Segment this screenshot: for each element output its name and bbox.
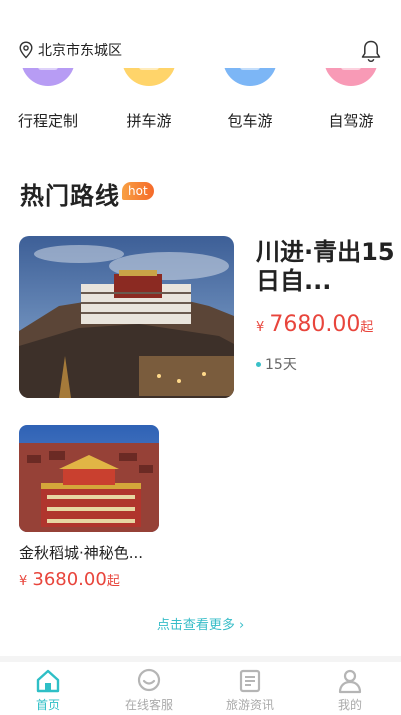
view-more-label: 点击查看更多 (156, 618, 235, 633)
category-self-drive[interactable]: 自驾游 (311, 32, 391, 140)
category-carpool-tour[interactable]: 拼车游 (109, 32, 189, 140)
route-price: ¥ 3680.00起 (19, 569, 120, 590)
tab-online-service[interactable]: 在线客服 (99, 668, 199, 715)
hot-badge: hot (122, 182, 154, 200)
tab-label: 在线客服 (124, 698, 173, 712)
document-icon (239, 669, 261, 693)
duration-text: 15天 (265, 357, 297, 373)
tab-travel-news[interactable]: 旅游资讯 (200, 668, 300, 715)
category-label: 包车游 (227, 112, 273, 130)
section-title: 热门路线 (20, 182, 120, 210)
price-symbol: ¥ (19, 574, 28, 589)
category-custom-itinerary[interactable]: 行程定制 (8, 32, 88, 140)
duration-dot-icon (256, 361, 261, 367)
location-selector[interactable]: 北京市东城区 (18, 40, 122, 60)
chevron-right-icon: › (238, 618, 245, 633)
location-pin-icon (19, 41, 33, 59)
tab-label: 旅游资讯 (225, 698, 274, 712)
category-charter-tour[interactable]: 包车游 (210, 32, 290, 140)
tab-label: 首页 (35, 698, 60, 712)
category-row: 行程定制 拼车游 包车游 自驾游 (0, 32, 401, 140)
price-value: 7680.00 (269, 312, 361, 337)
category-label: 行程定制 (17, 112, 78, 130)
route-title[interactable]: 金秋稻城·神秘色... (19, 542, 143, 563)
top-bar: 北京市东城区 (0, 0, 401, 68)
price-unit: 起 (360, 320, 374, 335)
route-price: ¥ 7680.00起 (256, 312, 373, 337)
view-more-link[interactable]: 点击查看更多 › (0, 614, 401, 633)
category-label: 拼车游 (126, 112, 172, 130)
category-label: 自驾游 (328, 112, 374, 130)
route-image-potala-palace[interactable] (19, 236, 234, 398)
route-title[interactable]: 川进·青出15日自... (256, 238, 396, 296)
price-value: 3680.00 (32, 569, 107, 590)
route-duration: 15天 (256, 354, 297, 374)
price-symbol: ¥ (256, 320, 265, 335)
tab-profile[interactable]: 我的 (300, 668, 400, 715)
tab-home[interactable]: 首页 (0, 668, 98, 715)
bottom-tab-bar: 首页 在线客服 旅游资讯 我的 (0, 656, 401, 715)
location-text: 北京市东城区 (38, 43, 122, 59)
notification-bell-icon[interactable] (360, 39, 382, 63)
chat-bubble-icon (137, 668, 161, 692)
user-icon (338, 669, 362, 694)
tab-label: 我的 (337, 698, 362, 712)
home-icon (36, 669, 60, 693)
price-unit: 起 (106, 574, 120, 589)
route-image-daocheng[interactable] (19, 425, 159, 532)
